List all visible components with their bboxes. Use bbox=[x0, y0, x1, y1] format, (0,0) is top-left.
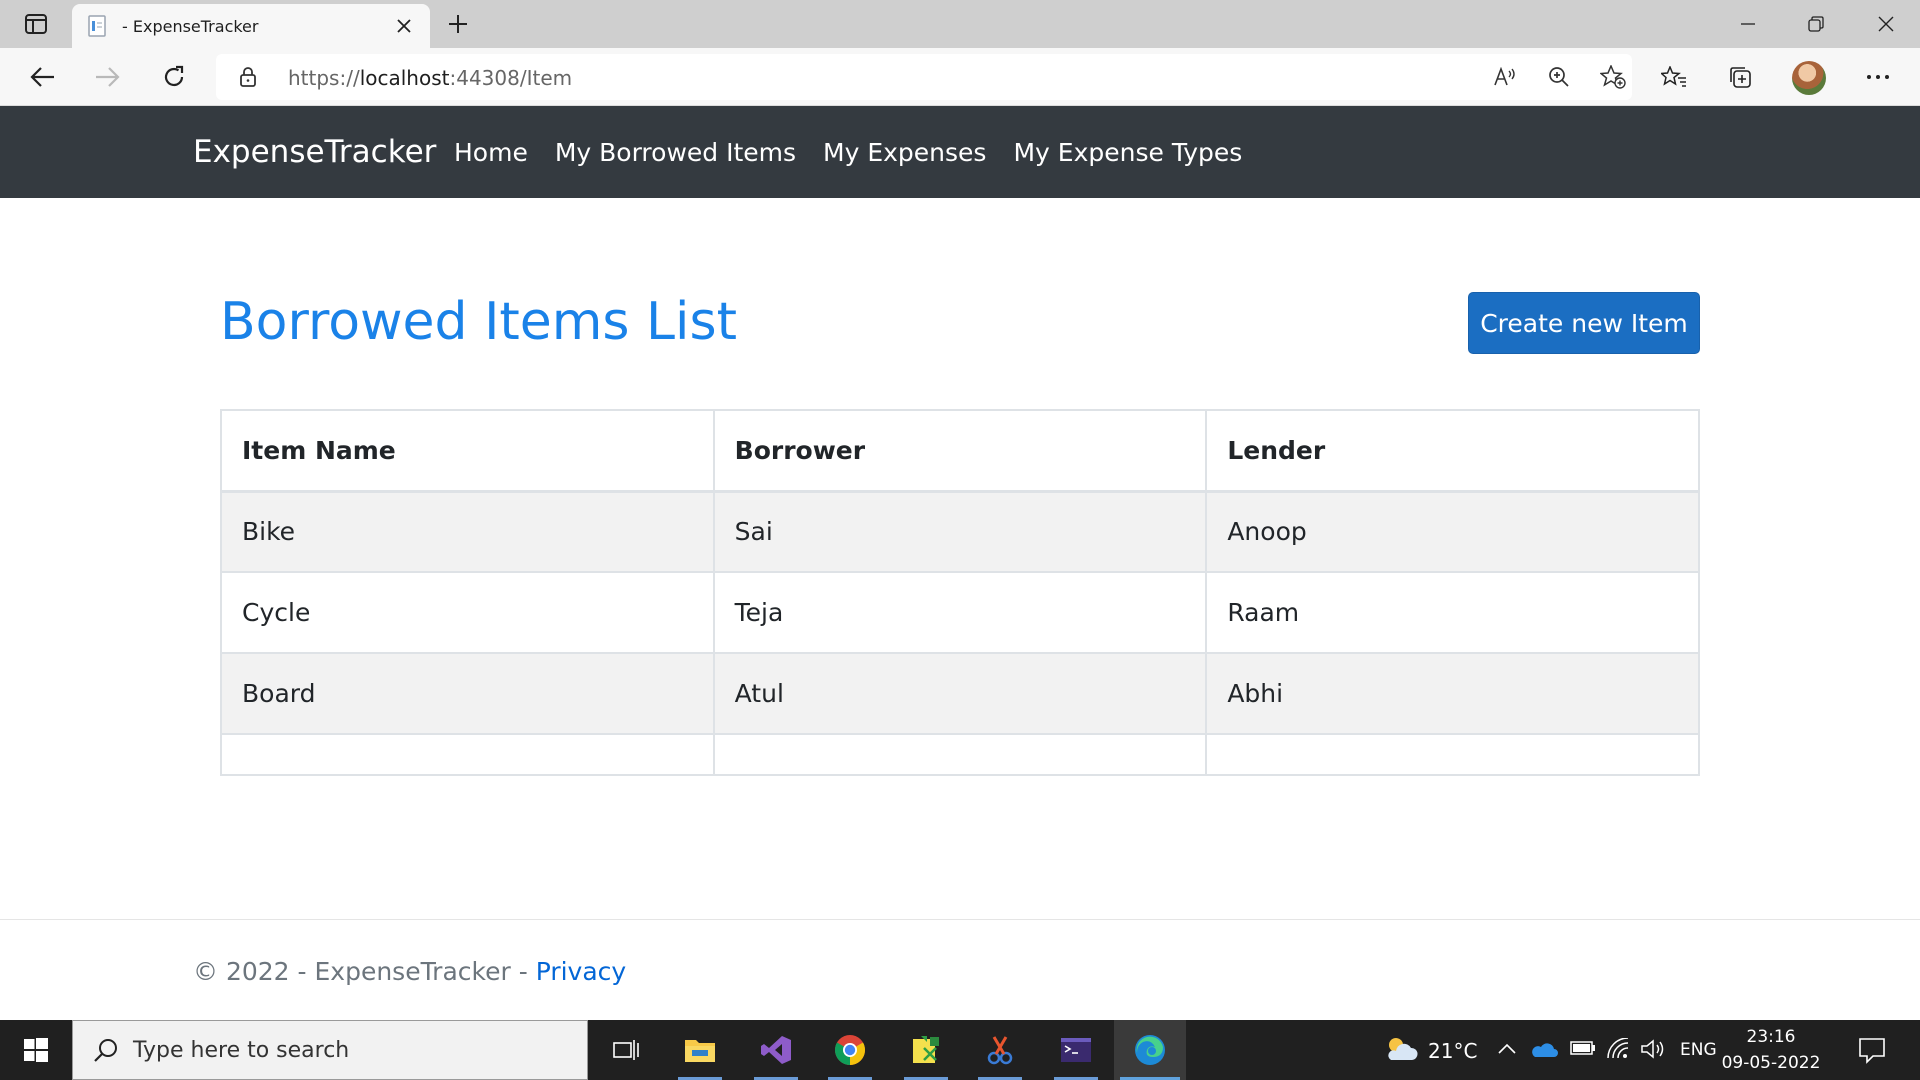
empty-cell bbox=[1205, 733, 1700, 776]
brand-link[interactable]: ExpenseTracker bbox=[193, 134, 436, 170]
terminal-icon[interactable] bbox=[1040, 1020, 1112, 1080]
restore-icon[interactable] bbox=[1782, 0, 1850, 48]
create-new-item-button[interactable]: Create new Item bbox=[1468, 292, 1700, 354]
tab-title: - ExpenseTracker bbox=[122, 16, 259, 36]
empty-cell bbox=[712, 733, 1208, 776]
footer-divider bbox=[0, 919, 1920, 920]
nav-my-expenses[interactable]: My Expenses bbox=[823, 138, 986, 167]
page-favicon-icon bbox=[86, 15, 108, 37]
profile-avatar[interactable] bbox=[1792, 61, 1826, 95]
item-name-cell: Cycle bbox=[220, 571, 715, 654]
new-tab-icon[interactable] bbox=[440, 8, 476, 40]
snipping-tool-icon[interactable] bbox=[964, 1020, 1036, 1080]
wifi-icon[interactable] bbox=[1606, 1037, 1630, 1064]
clock-date: 09-05-2022 bbox=[1721, 1053, 1821, 1073]
show-hidden-icons-chevron-icon[interactable] bbox=[1498, 1040, 1516, 1059]
collections-icon[interactable] bbox=[1720, 57, 1760, 97]
more-options-icon[interactable] bbox=[1858, 57, 1898, 97]
visual-studio-icon[interactable] bbox=[740, 1020, 812, 1080]
nav-links: Home My Borrowed Items My Expenses My Ex… bbox=[454, 138, 1242, 167]
close-tab-icon[interactable] bbox=[392, 14, 416, 38]
back-arrow-icon[interactable] bbox=[22, 57, 62, 97]
table-row: Cycle Teja Raam bbox=[220, 571, 1700, 654]
task-view-icon[interactable] bbox=[590, 1020, 662, 1080]
battery-icon[interactable] bbox=[1570, 1040, 1596, 1060]
search-placeholder: Type here to search bbox=[133, 1038, 350, 1063]
empty-cell bbox=[220, 733, 715, 776]
table-row: Bike Sai Anoop bbox=[220, 490, 1700, 573]
nav-home[interactable]: Home bbox=[454, 138, 528, 167]
lender-cell: Abhi bbox=[1205, 652, 1700, 735]
borrowed-items-table: Item Name Borrower Lender Bike Sai Anoop… bbox=[220, 409, 1700, 776]
table-header-row: Item Name Borrower Lender bbox=[220, 409, 1700, 493]
privacy-link[interactable]: Privacy bbox=[536, 957, 627, 986]
browser-tab[interactable]: - ExpenseTracker bbox=[72, 4, 430, 48]
volume-icon[interactable] bbox=[1640, 1038, 1666, 1064]
lender-cell: Raam bbox=[1205, 571, 1700, 654]
site-navbar: ExpenseTracker Home My Borrowed Items My… bbox=[0, 106, 1920, 198]
nav-my-expense-types[interactable]: My Expense Types bbox=[1013, 138, 1242, 167]
taskbar-clock[interactable]: 23:16 09-05-2022 bbox=[1706, 1024, 1836, 1076]
forward-arrow-icon bbox=[88, 57, 128, 97]
item-name-cell: Board bbox=[220, 652, 715, 735]
minimize-icon[interactable] bbox=[1714, 0, 1782, 48]
url-text: https://localhost:44308/Item bbox=[288, 66, 573, 90]
chrome-icon[interactable] bbox=[814, 1020, 886, 1080]
table-row: Board Atul Abhi bbox=[220, 652, 1700, 735]
zoom-icon[interactable] bbox=[1542, 60, 1576, 94]
page-title: Borrowed Items List bbox=[220, 292, 737, 352]
file-explorer-icon[interactable] bbox=[664, 1020, 736, 1080]
item-name-cell: Bike bbox=[220, 490, 715, 573]
close-window-icon[interactable] bbox=[1852, 0, 1920, 48]
notifications-icon[interactable] bbox=[1858, 1036, 1886, 1068]
edge-icon[interactable] bbox=[1114, 1020, 1186, 1080]
borrower-cell: Atul bbox=[712, 652, 1208, 735]
clock-time: 23:16 bbox=[1746, 1027, 1796, 1047]
column-header: Borrower bbox=[712, 409, 1208, 493]
weather-cloud-icon[interactable] bbox=[1382, 1034, 1418, 1068]
column-header: Lender bbox=[1205, 409, 1700, 493]
lender-cell: Anoop bbox=[1205, 490, 1700, 573]
column-header: Item Name bbox=[220, 409, 715, 493]
tab-actions-icon[interactable] bbox=[14, 8, 58, 40]
borrower-cell: Teja bbox=[712, 571, 1208, 654]
browser-tab-strip: - ExpenseTracker bbox=[0, 0, 1920, 48]
onedrive-cloud-icon[interactable] bbox=[1530, 1040, 1558, 1062]
read-aloud-icon[interactable] bbox=[1488, 60, 1522, 94]
windows-taskbar: Type here to search 21°C ENG 23:16 09-05… bbox=[0, 1020, 1920, 1080]
add-favorite-icon[interactable] bbox=[1596, 60, 1630, 94]
favorites-icon[interactable] bbox=[1654, 57, 1694, 97]
search-icon bbox=[93, 1038, 119, 1064]
nav-my-borrowed-items[interactable]: My Borrowed Items bbox=[555, 138, 796, 167]
sticky-note-app-icon[interactable] bbox=[890, 1020, 962, 1080]
refresh-icon[interactable] bbox=[154, 57, 194, 97]
start-windows-icon[interactable] bbox=[0, 1020, 72, 1080]
footer-copyright: © 2022 - ExpenseTracker - bbox=[193, 957, 536, 986]
borrower-cell: Sai bbox=[712, 490, 1208, 573]
lock-icon[interactable] bbox=[238, 66, 260, 88]
empty-table-row bbox=[220, 733, 1700, 776]
site-footer: © 2022 - ExpenseTracker - Privacy bbox=[193, 957, 626, 986]
taskbar-search-box[interactable]: Type here to search bbox=[72, 1020, 588, 1080]
browser-toolbar: https://localhost:44308/Item bbox=[0, 48, 1920, 106]
weather-temperature[interactable]: 21°C bbox=[1428, 1039, 1477, 1063]
address-bar[interactable]: https://localhost:44308/Item bbox=[216, 54, 1632, 100]
